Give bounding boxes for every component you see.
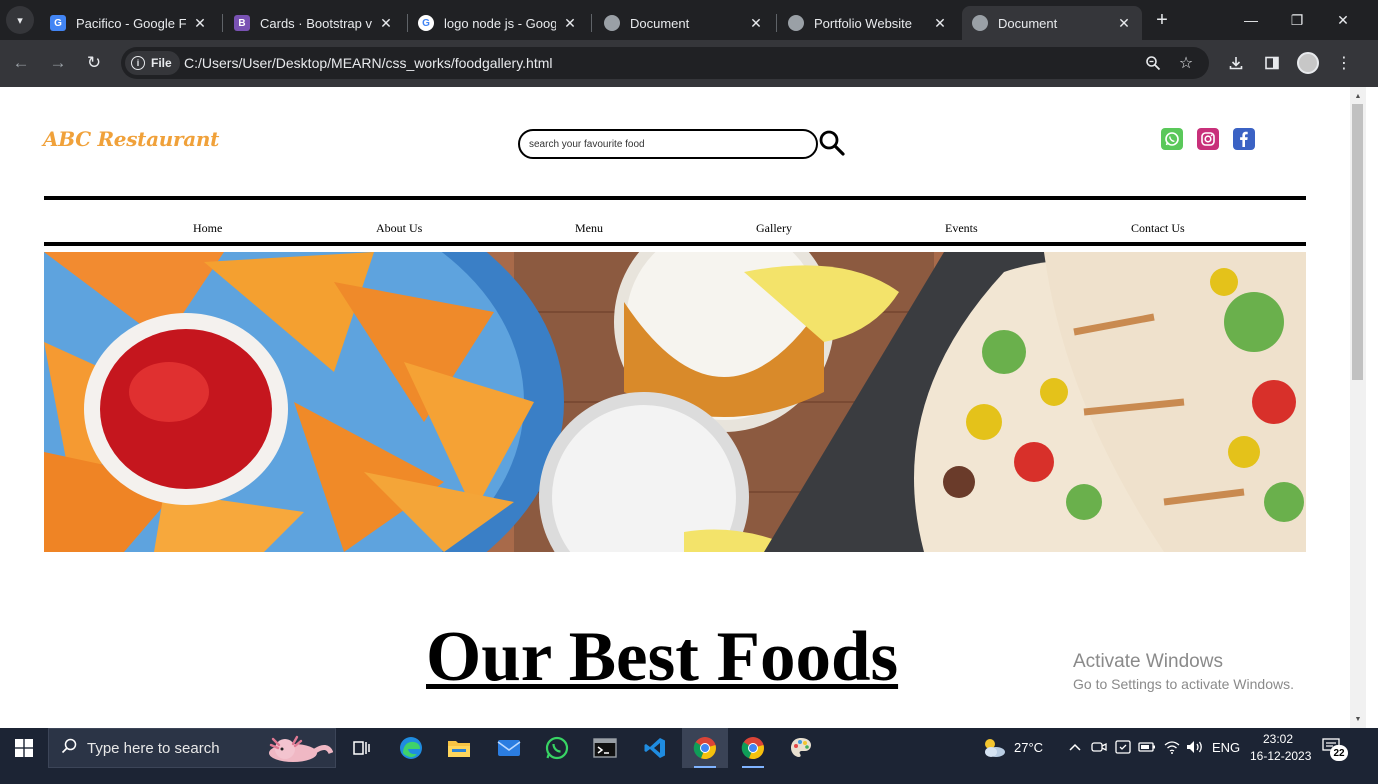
tab-title: Document <box>998 15 1058 31</box>
address-bar[interactable]: i File C:/Users/User/Desktop/MEARN/css_w… <box>121 47 1209 79</box>
main-nav: Home About Us Menu Gallery Events Contac… <box>44 214 1306 242</box>
search-highlight-axolotl-icon <box>263 731 334 772</box>
weather-icon[interactable] <box>981 736 1007 765</box>
facebook-icon[interactable] <box>1233 128 1255 150</box>
close-icon[interactable]: ✕ <box>1116 15 1132 32</box>
close-icon[interactable]: ✕ <box>192 15 208 32</box>
bookmark-star-icon[interactable]: ☆ <box>1176 53 1196 73</box>
google-icon: G <box>418 15 434 31</box>
watermark-line1: Activate Windows <box>1073 651 1223 672</box>
header-divider-bottom <box>44 242 1306 246</box>
globe-icon <box>788 15 804 31</box>
site-chip-label: File <box>151 56 172 70</box>
profile-avatar[interactable] <box>1297 52 1319 74</box>
battery-icon[interactable] <box>1138 738 1156 756</box>
scroll-down-arrow[interactable]: ▼ <box>1350 712 1366 726</box>
chevron-up-icon[interactable] <box>1066 738 1084 756</box>
tab-document-active[interactable]: Document ✕ <box>962 6 1142 40</box>
edge-icon[interactable] <box>388 728 434 768</box>
search-bar <box>518 129 845 159</box>
nav-link-gallery[interactable]: Gallery <box>756 221 792 236</box>
tab-title: logo node js - Google Search <box>444 15 556 31</box>
tab-google-search[interactable]: G logo node js - Google Search ✕ <box>408 6 588 40</box>
tab-bootstrap-cards[interactable]: B Cards · Bootstrap v5.3 ✕ <box>224 6 404 40</box>
taskbar-search-box[interactable]: Type here to search <box>48 728 336 768</box>
close-icon[interactable]: ✕ <box>748 15 764 32</box>
browser-toolbar: ← → ↻ i File C:/Users/User/Desktop/MEARN… <box>0 40 1378 87</box>
tab-strip: ▾ G Pacifico - Google Fonts ✕ B Cards · … <box>0 0 1378 40</box>
tab-pacifico[interactable]: G Pacifico - Google Fonts ✕ <box>40 6 218 40</box>
hero-banner-image <box>44 252 1306 552</box>
chrome-icon[interactable] <box>730 728 776 768</box>
watermark-line2: Go to Settings to activate Windows. <box>1073 676 1294 692</box>
nav-link-events[interactable]: Events <box>945 221 978 236</box>
page-scrollbar[interactable]: ▲ ▼ <box>1350 87 1366 728</box>
scroll-up-arrow[interactable]: ▲ <box>1350 89 1366 103</box>
taskbar-search-label: Type here to search <box>87 739 220 757</box>
new-tab-button[interactable]: + <box>1150 8 1174 32</box>
tab-title: Cards · Bootstrap v5.3 <box>260 15 372 31</box>
chrome-icon[interactable] <box>682 728 728 768</box>
windows-taskbar: Type here to search 27°C ENG 23:02 16-12… <box>0 728 1378 784</box>
tab-title: Pacifico - Google Fonts <box>76 15 186 31</box>
nav-link-about-us[interactable]: About Us <box>376 221 422 236</box>
minimize-button[interactable]: — <box>1228 0 1274 40</box>
brand-logo[interactable]: ABC Restaurant <box>43 127 219 151</box>
weather-temperature[interactable]: 27°C <box>1014 740 1043 755</box>
nav-link-contact-us[interactable]: Contact Us <box>1131 221 1185 236</box>
vscode-icon[interactable] <box>632 728 678 768</box>
tab-title: Document <box>630 15 690 31</box>
paint-icon[interactable] <box>778 728 824 768</box>
tab-title: Portfolio Website <box>814 15 913 31</box>
restore-button[interactable]: ❐ <box>1274 0 1320 40</box>
instagram-icon[interactable] <box>1197 128 1219 150</box>
tab-document[interactable]: Document ✕ <box>594 6 774 40</box>
side-panel-icon[interactable] <box>1261 52 1283 74</box>
volume-icon[interactable] <box>1186 738 1204 756</box>
close-window-button[interactable]: ✕ <box>1320 0 1366 40</box>
activate-windows-watermark: Activate Windows Go to Settings to activ… <box>1073 651 1294 692</box>
url-text[interactable]: C:/Users/User/Desktop/MEARN/css_works/fo… <box>184 55 553 71</box>
bootstrap-icon: B <box>234 15 250 31</box>
reload-button[interactable]: ↻ <box>82 51 106 75</box>
security-icon[interactable] <box>1114 738 1132 756</box>
wifi-icon[interactable] <box>1163 738 1181 756</box>
mail-icon[interactable] <box>486 728 532 768</box>
windows-start-icon[interactable] <box>0 728 48 768</box>
terminal-icon[interactable] <box>582 728 628 768</box>
page-viewport: ABC Restaurant Home About Us Menu Galler… <box>0 87 1350 728</box>
clock-time[interactable]: 23:02 <box>1263 732 1293 746</box>
close-icon[interactable]: ✕ <box>562 15 578 32</box>
file-explorer-icon[interactable] <box>436 728 482 768</box>
google-fonts-icon: G <box>50 15 66 31</box>
whatsapp-icon[interactable] <box>534 728 580 768</box>
section-title: Our Best Foods <box>426 618 899 696</box>
whatsapp-icon[interactable] <box>1161 128 1183 150</box>
search-icon[interactable] <box>818 129 846 157</box>
search-input[interactable] <box>518 129 818 159</box>
tab-search-button[interactable]: ▾ <box>6 6 34 34</box>
tab-portfolio-website[interactable]: Portfolio Website ✕ <box>778 6 958 40</box>
nav-link-home[interactable]: Home <box>193 221 222 236</box>
download-icon[interactable] <box>1225 52 1247 74</box>
kebab-menu-icon[interactable]: ⋮ <box>1333 52 1355 74</box>
notification-count-badge: 22 <box>1330 745 1348 761</box>
task-view-icon[interactable] <box>338 728 384 768</box>
language-indicator[interactable]: ENG <box>1212 740 1240 755</box>
scrollbar-thumb[interactable] <box>1352 104 1363 380</box>
globe-icon <box>604 15 620 31</box>
search-icon <box>61 738 77 759</box>
close-icon[interactable]: ✕ <box>932 15 948 32</box>
forward-button[interactable]: → <box>46 51 70 75</box>
meet-now-icon[interactable] <box>1090 738 1108 756</box>
globe-icon <box>972 15 988 31</box>
site-info-chip[interactable]: i File <box>125 51 180 75</box>
clock-date[interactable]: 16-12-2023 <box>1250 749 1311 763</box>
zoom-icon[interactable] <box>1143 53 1163 73</box>
info-icon: i <box>131 56 145 70</box>
nav-link-menu[interactable]: Menu <box>575 221 603 236</box>
close-icon[interactable]: ✕ <box>378 15 394 32</box>
back-button[interactable]: ← <box>9 51 33 75</box>
header-divider-top <box>44 196 1306 200</box>
